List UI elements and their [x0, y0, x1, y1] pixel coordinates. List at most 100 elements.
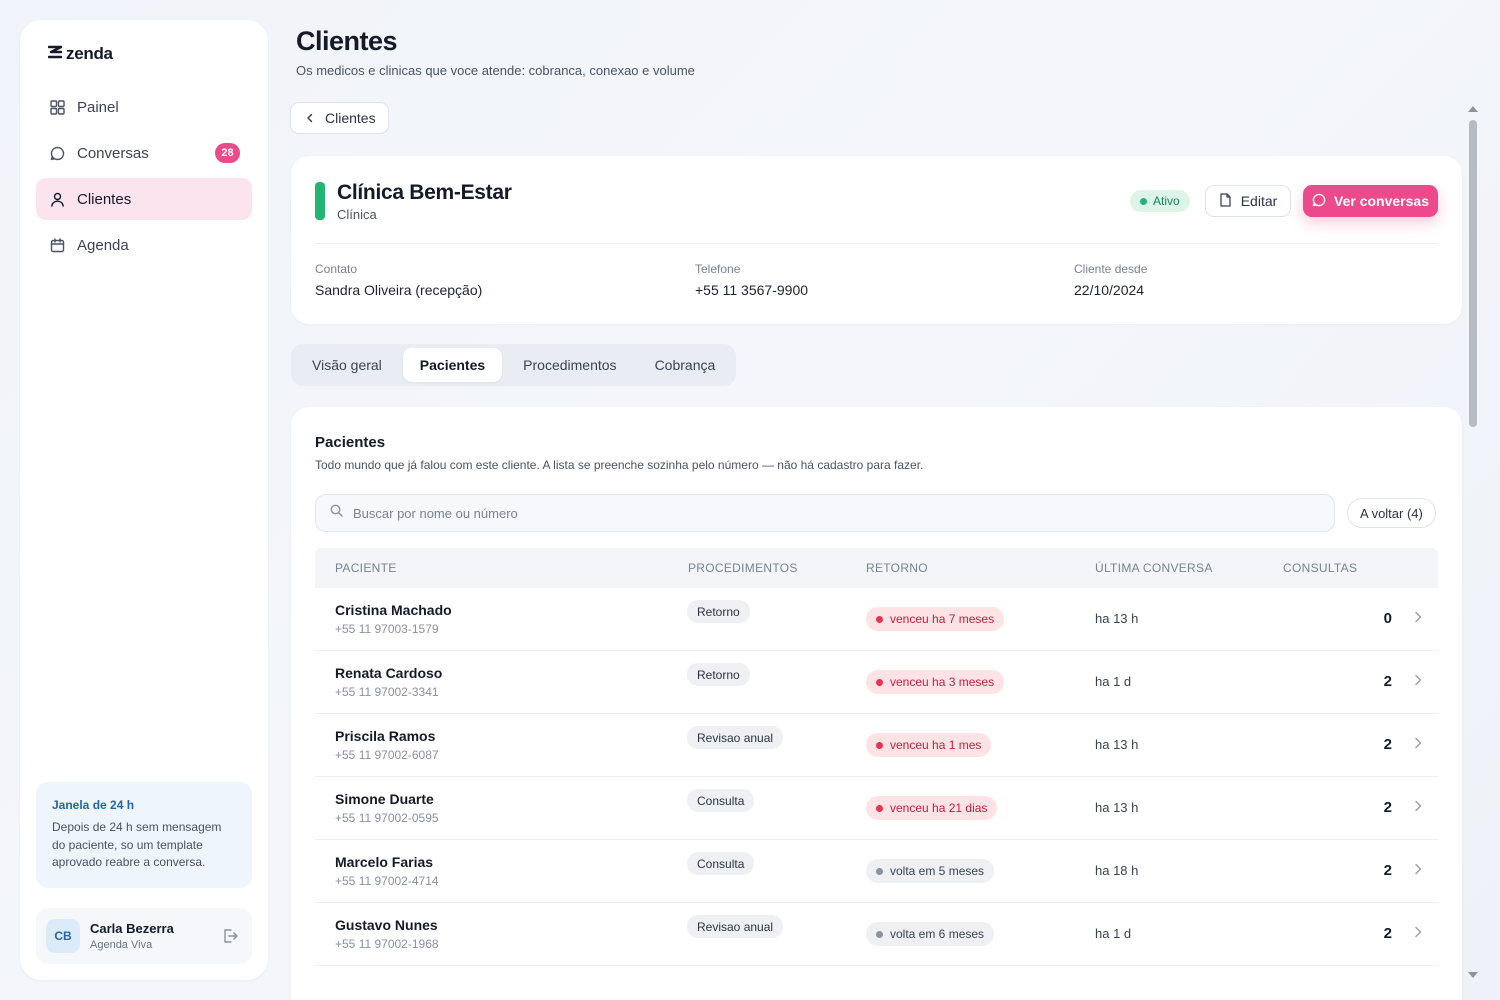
- sidebar-item-clientes[interactable]: Clientes: [36, 178, 252, 220]
- chat-icon: [49, 145, 65, 161]
- info-box-24h-window: Janela de 24 h Depois de 24 h sem mensag…: [36, 782, 252, 888]
- patient-name: Renata Cardoso: [335, 665, 443, 681]
- brand-logo[interactable]: zenda: [47, 44, 113, 64]
- field-contato: Contato Sandra Oliveira (recepção): [315, 262, 482, 298]
- return-badge: volta em 6 meses: [866, 922, 995, 946]
- last-conversation: ha 18 h: [1095, 863, 1139, 878]
- appointment-count: 2: [1383, 736, 1392, 753]
- return-label: volta em 5 meses: [890, 864, 985, 878]
- scrollbar-thumb[interactable]: [1469, 120, 1477, 427]
- column-header-procedimentos[interactable]: Procedimentos: [688, 561, 798, 575]
- return-cell: venceu ha 1 mes: [866, 733, 992, 757]
- return-status-dot: [876, 615, 883, 623]
- logout-icon[interactable]: [222, 928, 238, 949]
- sidebar-item-painel[interactable]: Painel: [36, 86, 252, 128]
- scroll-up-arrow-icon[interactable]: [1468, 106, 1478, 112]
- table-header: Paciente Procedimentos Retorno Última co…: [315, 548, 1438, 588]
- client-type: Clínica: [337, 207, 377, 222]
- patient-phone: +55 11 97002-4714: [335, 874, 439, 888]
- field-label: Contato: [315, 262, 358, 276]
- info-box-text: Depois de 24 h sem mensagem do paciente,…: [52, 820, 222, 869]
- tab-visao-geral[interactable]: Visão geral: [295, 348, 399, 382]
- table-row[interactable]: Simone Duarte +55 11 97002-0595 Consulta ve…: [315, 777, 1438, 840]
- return-status-dot: [876, 804, 883, 812]
- back-button-label: Clientes: [325, 110, 376, 126]
- field-label: Telefone: [695, 262, 741, 276]
- search-input[interactable]: [353, 505, 1253, 521]
- sidebar-item-label: Agenda: [77, 236, 129, 254]
- return-cell: venceu ha 7 meses: [866, 607, 1005, 631]
- chevron-right-icon[interactable]: [1414, 673, 1422, 691]
- last-conversation: ha 1 d: [1095, 674, 1132, 689]
- table-row[interactable]: Marcelo Farias +55 11 97002-4714 Consulta v…: [315, 840, 1438, 903]
- procedure-cell: Revisao anual: [687, 915, 784, 938]
- chevron-right-icon[interactable]: [1414, 862, 1422, 880]
- back-button[interactable]: Clientes: [290, 102, 389, 134]
- column-header-paciente[interactable]: Paciente: [335, 561, 397, 575]
- sidebar-item-conversas[interactable]: Conversas 28: [36, 132, 252, 174]
- tab-procedimentos[interactable]: Procedimentos: [506, 348, 633, 382]
- table-body: Cristina Machado +55 11 97003-1579 Retorno…: [315, 588, 1438, 966]
- user-org: Agenda Viva: [90, 939, 153, 951]
- tab-cobranca[interactable]: Cobrança: [638, 348, 733, 382]
- procedure-tag: Consulta: [687, 789, 755, 812]
- zenda-logo-icon: [47, 45, 63, 64]
- sidebar-item-agenda[interactable]: Agenda: [36, 224, 252, 266]
- view-conversations-label: Ver conversas: [1334, 193, 1429, 209]
- table-row[interactable]: Renata Cardoso +55 11 97002-3341 Retorno ve…: [315, 651, 1438, 714]
- patient-cell: Renata Cardoso +55 11 97002-3341: [335, 665, 442, 699]
- column-header-ultima-conversa[interactable]: Última conversa: [1095, 561, 1213, 575]
- search-icon: [330, 504, 343, 522]
- column-header-retorno[interactable]: Retorno: [866, 561, 928, 575]
- appointment-count: 2: [1383, 799, 1392, 816]
- chevron-right-icon[interactable]: [1414, 925, 1422, 943]
- patient-name: Marcelo Farias: [335, 854, 434, 870]
- procedure-cell: Revisao anual: [687, 726, 784, 749]
- procedure-tag: Revisao anual: [687, 726, 784, 749]
- page-subtitle: Os medicos e clinicas que voce atende: c…: [296, 63, 695, 78]
- tab-pacientes[interactable]: Pacientes: [402, 348, 503, 382]
- field-label: Cliente desde: [1074, 262, 1148, 276]
- column-header-consultas[interactable]: Consultas: [1283, 561, 1357, 575]
- scroll-down-arrow-icon[interactable]: [1468, 972, 1478, 978]
- return-cell: volta em 5 meses: [866, 859, 995, 883]
- last-conversation: ha 13 h: [1095, 611, 1139, 626]
- search-box: [315, 494, 1335, 532]
- page-scrollbar[interactable]: [1466, 104, 1480, 980]
- chevron-right-icon[interactable]: [1414, 736, 1422, 754]
- sidebar-item-label: Conversas: [77, 144, 149, 162]
- chevron-right-icon[interactable]: [1414, 799, 1422, 817]
- brand-name: zenda: [66, 44, 113, 63]
- user-card[interactable]: CB Carla Bezerra Agenda Viva: [36, 908, 252, 964]
- status-label: Ativo: [1153, 194, 1180, 208]
- appointment-count: 0: [1383, 610, 1392, 627]
- procedure-tag: Revisao anual: [687, 915, 784, 938]
- patient-phone: +55 11 97002-6087: [335, 748, 439, 762]
- return-status-dot: [876, 930, 883, 938]
- procedure-tag: Consulta: [687, 852, 755, 875]
- chevron-right-icon[interactable]: [1414, 610, 1422, 628]
- table-row[interactable]: Priscila Ramos +55 11 97002-6087 Revisao a…: [315, 714, 1438, 777]
- patient-name: Priscila Ramos: [335, 728, 436, 744]
- table-row[interactable]: Gustavo Nunes +55 11 97002-1968 Revisao an…: [315, 903, 1438, 966]
- return-cell: volta em 6 meses: [866, 922, 995, 946]
- patient-name: Simone Duarte: [335, 791, 434, 807]
- patient-cell: Cristina Machado +55 11 97003-1579: [335, 602, 452, 636]
- appointment-count: 2: [1383, 925, 1392, 942]
- unread-count-badge: 28: [215, 143, 240, 163]
- view-conversations-button[interactable]: Ver conversas: [1303, 185, 1438, 217]
- return-label: volta em 6 meses: [890, 927, 985, 941]
- procedure-cell: Consulta: [687, 852, 755, 875]
- user-icon: [49, 191, 65, 207]
- edit-button[interactable]: Editar: [1205, 185, 1291, 217]
- chat-icon: [1312, 193, 1326, 210]
- client-name: Clínica Bem-Estar: [337, 181, 512, 204]
- table-row[interactable]: Cristina Machado +55 11 97003-1579 Retorno…: [315, 588, 1438, 651]
- patient-phone: +55 11 97002-1968: [335, 937, 439, 951]
- field-value: Sandra Oliveira (recepção): [315, 282, 483, 298]
- procedure-cell: Retorno: [687, 600, 750, 623]
- info-box-title: Janela de 24 h: [52, 798, 135, 812]
- filter-due-button[interactable]: A voltar (4): [1347, 498, 1436, 528]
- tab-bar: Visão geral Pacientes Procedimentos Cobr…: [291, 344, 737, 386]
- appointment-count: 2: [1383, 673, 1392, 690]
